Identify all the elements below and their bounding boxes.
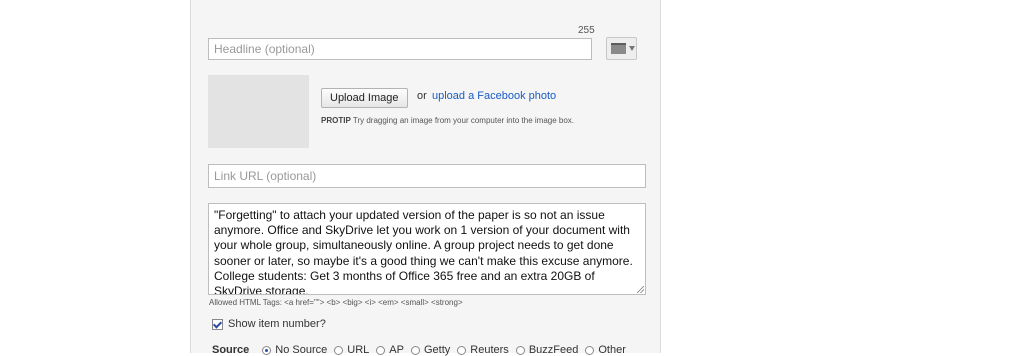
radio-icon[interactable] [376,345,386,355]
radio-icon[interactable] [585,345,595,355]
radio-icon[interactable] [262,345,272,355]
description-textarea[interactable]: "Forgetting" to attach your updated vers… [208,203,646,295]
headline-field[interactable] [208,38,592,60]
radio-icon[interactable] [457,345,467,355]
char-counter: 255 [578,25,595,36]
headline-input[interactable] [209,39,591,59]
protip: PROTIP Try dragging an image from your c… [321,116,574,125]
allowed-tags-note: Allowed HTML Tags: <a href=""> <b> <big>… [209,298,463,307]
radio-icon[interactable] [334,345,344,355]
facebook-photo-link[interactable]: upload a Facebook photo [432,90,556,102]
image-layout-button[interactable] [606,37,637,60]
source-option[interactable]: BuzzFeed [515,344,578,356]
source-row: Source No Source URL AP Getty Reuters Bu… [212,344,633,356]
caret-down-icon [629,46,635,51]
show-item-number-row[interactable]: Show item number? [212,318,326,330]
source-option[interactable]: AP [376,344,404,356]
show-item-number-label: Show item number? [228,318,326,330]
source-label: Source [212,344,250,356]
link-url-input[interactable] [209,165,645,187]
or-text: or [417,90,427,102]
resize-grip-icon[interactable] [637,286,644,293]
protip-text: Try dragging an image from your computer… [352,116,575,125]
image-drop-box[interactable] [208,75,309,148]
link-url-field[interactable] [208,164,646,188]
source-option[interactable]: No Source [262,344,327,356]
show-item-number-checkbox[interactable] [212,318,223,330]
protip-label: PROTIP [321,116,351,125]
radio-icon[interactable] [515,345,525,355]
upload-image-button[interactable]: Upload Image [321,88,408,108]
source-option[interactable]: Reuters [457,344,509,356]
source-option[interactable]: Getty [410,344,450,356]
radio-icon[interactable] [410,345,420,355]
source-option[interactable]: Other [585,344,626,356]
image-layout-icon [611,43,626,54]
source-option[interactable]: URL [334,344,369,356]
description-text: "Forgetting" to attach your updated vers… [214,208,633,295]
